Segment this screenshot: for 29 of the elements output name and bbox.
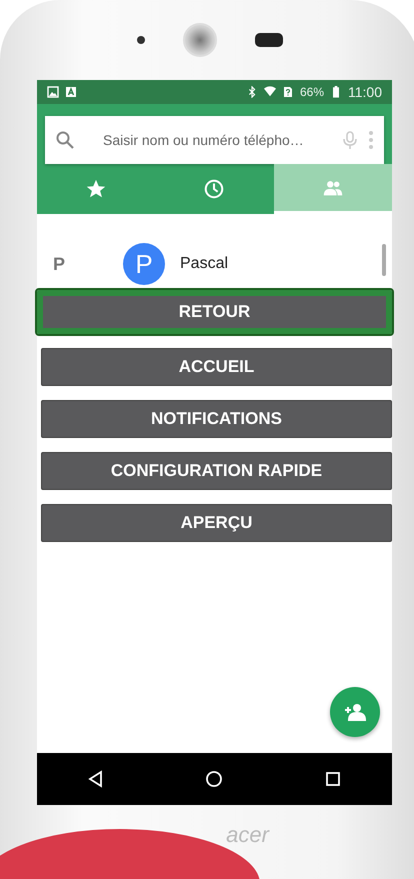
battery-icon — [330, 86, 342, 98]
microphone-icon[interactable] — [340, 130, 360, 150]
search-bar[interactable]: Saisir nom ou numéro télépho… — [45, 116, 384, 164]
contact-name[interactable]: Pascal — [180, 255, 228, 273]
sim-icon — [282, 86, 294, 98]
clock-icon — [203, 178, 226, 200]
menu-button[interactable]: APERÇU — [41, 504, 392, 542]
tab[interactable] — [274, 164, 392, 214]
image-icon — [47, 86, 59, 98]
menu-button[interactable]: RETOUR — [37, 290, 392, 334]
contact-avatar: P — [123, 243, 165, 285]
search-icon — [55, 130, 75, 150]
star-icon — [85, 178, 108, 200]
menu-button[interactable]: NOTIFICATIONS — [41, 400, 392, 438]
speaker-grille — [255, 33, 283, 47]
section-letter: P — [53, 254, 66, 274]
app-icon — [65, 86, 77, 98]
sensor-dot — [137, 36, 145, 44]
battery-percent: 66% — [300, 85, 324, 99]
wifi-icon — [264, 86, 276, 98]
clock-time: 11:00 — [348, 84, 382, 100]
add-contact-button[interactable] — [330, 687, 380, 737]
brand-logo: acer — [226, 822, 269, 848]
home-icon[interactable] — [204, 769, 224, 789]
more-options-icon[interactable] — [368, 130, 374, 150]
menu-button[interactable]: CONFIGURATION RAPIDE — [41, 452, 392, 490]
scrollbar — [382, 244, 386, 276]
camera-lens — [183, 23, 217, 57]
menu-button[interactable]: ACCUEIL — [41, 348, 392, 386]
